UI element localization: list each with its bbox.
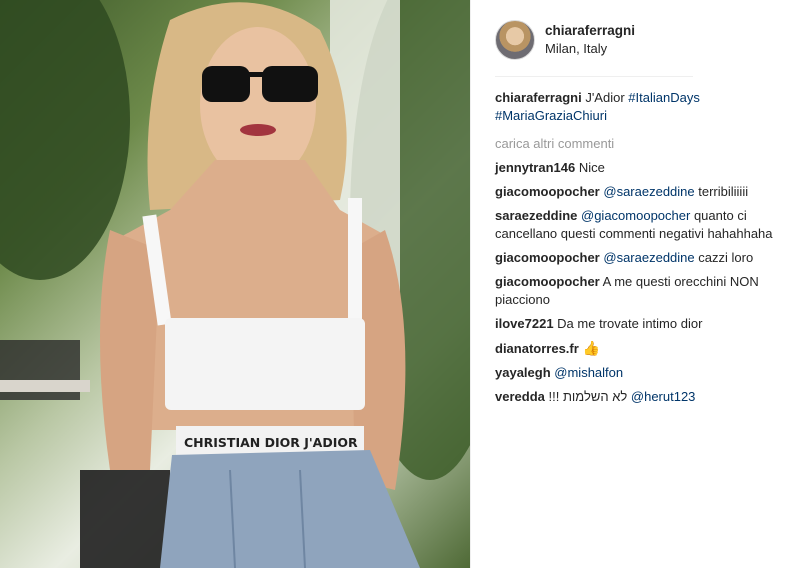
list-item: giacomoopocher A me questi orecchini NON… (495, 273, 775, 309)
post-photo[interactable]: CHRISTIAN DIOR J'ADIOR (0, 0, 470, 568)
comment-mention[interactable]: @mishalfon (554, 365, 623, 380)
header-username[interactable]: chiaraferragni (545, 22, 635, 40)
comment-username[interactable]: giacomoopocher (495, 184, 600, 199)
comment-username[interactable]: ilove7221 (495, 316, 554, 331)
comment-mention[interactable]: @giacomoopocher (581, 208, 690, 223)
comment-username[interactable]: jennytran146 (495, 160, 575, 175)
list-item: veredda לא השלמות !!! @herut123 (495, 388, 775, 406)
comment-username[interactable]: yayalegh (495, 365, 551, 380)
list-item: giacomoopocher @saraezeddine cazzi loro (495, 249, 775, 267)
photo-illustration: CHRISTIAN DIOR J'ADIOR (0, 0, 470, 568)
comment-username[interactable]: giacomoopocher (495, 274, 600, 289)
header-divider (495, 76, 693, 77)
comment-username[interactable]: giacomoopocher (495, 250, 600, 265)
caption-username[interactable]: chiaraferragni (495, 90, 582, 105)
comment-text: לא השלמות !!! (548, 389, 628, 404)
avatar[interactable] (495, 20, 535, 60)
post-caption: chiaraferragni J'Adior #ItalianDays #Mar… (495, 89, 775, 125)
comment-username[interactable]: saraezeddine (495, 208, 577, 223)
post-header: chiaraferragni Milan, Italy (495, 18, 695, 62)
list-item: ilove7221 Da me trovate intimo dior (495, 315, 775, 333)
header-location[interactable]: Milan, Italy (545, 40, 635, 58)
header-text: chiaraferragni Milan, Italy (545, 22, 635, 58)
list-item: dianatorres.fr 👍 (495, 339, 775, 358)
comment-text: Da me trovate intimo dior (557, 316, 703, 331)
list-item: jennytran146 Nice (495, 159, 775, 177)
hashtag-italiandays[interactable]: #ItalianDays (628, 90, 700, 105)
comment-mention[interactable]: @herut123 (631, 389, 696, 404)
caption-text: J'Adior (585, 90, 625, 105)
post-side-panel: chiaraferragni Milan, Italy chiaraferrag… (470, 0, 797, 568)
comment-text: cazzi loro (698, 250, 754, 265)
list-item: giacomoopocher @saraezeddine terribiliii… (495, 183, 775, 201)
list-item: saraezeddine @giacomoopocher quanto ci c… (495, 207, 775, 243)
load-more-comments-link[interactable]: carica altri commenti (495, 135, 775, 153)
comments-list: chiaraferragni J'Adior #ItalianDays #Mar… (495, 89, 775, 412)
thumbs-up-icon: 👍 (582, 340, 600, 356)
comment-text: Nice (578, 160, 605, 175)
hashtag-mariagraziachiuri[interactable]: #MariaGraziaChiuri (495, 108, 607, 123)
comment-username[interactable]: veredda (495, 389, 545, 404)
comment-username[interactable]: dianatorres.fr (495, 341, 579, 356)
instagram-post: CHRISTIAN DIOR J'ADIOR chiaraferragni Mi… (0, 0, 797, 568)
comment-mention[interactable]: @saraezeddine (603, 250, 694, 265)
comment-text: terribiliiiii (698, 184, 749, 199)
list-item: yayalegh @mishalfon (495, 364, 775, 382)
comment-mention[interactable]: @saraezeddine (603, 184, 694, 199)
waistband-text: CHRISTIAN DIOR J'ADIOR (184, 435, 358, 450)
